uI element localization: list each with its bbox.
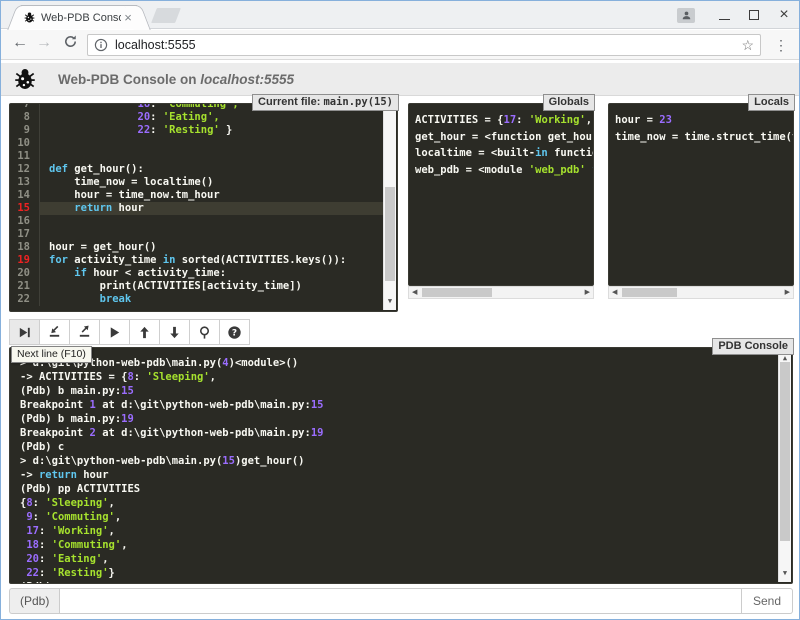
down-stack-button[interactable] xyxy=(159,319,190,345)
profile-button[interactable] xyxy=(677,8,695,23)
editor-scrollbar-thumb[interactable] xyxy=(385,187,395,281)
page-title-host: localhost:5555 xyxy=(200,72,294,87)
maximize-button[interactable] xyxy=(739,2,769,28)
play-icon xyxy=(107,325,122,340)
tab-strip: Web-PDB Console on loc × × xyxy=(1,1,799,29)
help-icon: ? xyxy=(227,325,242,340)
console-scrollbar-thumb[interactable] xyxy=(780,362,790,541)
browser-menu-button[interactable]: ⋮ xyxy=(769,33,793,57)
globals-view: ACTIVITIES = {17: 'Working', 18: 'Commut… xyxy=(408,103,594,286)
locals-badge: Locals xyxy=(748,94,795,111)
svg-text:?: ? xyxy=(232,328,237,338)
step-out-icon xyxy=(77,325,92,340)
bug-logo-icon xyxy=(12,66,38,92)
globals-badge: Globals xyxy=(543,94,595,111)
scroll-right-icon[interactable]: ▶ xyxy=(585,287,590,298)
person-icon xyxy=(681,10,692,21)
new-tab-button[interactable] xyxy=(151,8,181,23)
current-file-badge: Current file: main.py(15) xyxy=(252,94,399,111)
locals-scrollbar-thumb[interactable] xyxy=(622,288,677,297)
step-out-button[interactable] xyxy=(69,319,100,345)
minimize-button[interactable] xyxy=(709,2,739,28)
tab-close-icon[interactable]: × xyxy=(121,11,135,24)
locals-horizontal-scrollbar[interactable]: ◀ ▶ xyxy=(608,286,794,299)
app-header: Web-PDB Console on localhost:5555 xyxy=(1,63,799,96)
code-editor-panel: 7 18: 'Commuting',8 20: 'Eating',9 22: '… xyxy=(9,103,398,312)
bookmark-star-icon[interactable]: ☆ xyxy=(741,37,754,54)
up-stack-button[interactable] xyxy=(129,319,160,345)
scroll-down-icon[interactable]: ▼ xyxy=(384,295,396,308)
pdb-prompt-label: (Pdb) xyxy=(9,588,59,614)
console-vertical-scrollbar[interactable]: ▲ ▼ xyxy=(778,349,791,582)
globals-horizontal-scrollbar[interactable]: ◀ ▶ xyxy=(408,286,594,299)
tab-title: Web-PDB Console on loc xyxy=(41,12,121,24)
globals-scrollbar-thumb[interactable] xyxy=(422,288,492,297)
editor-vertical-scrollbar[interactable]: ▼ xyxy=(383,105,396,310)
help-button[interactable]: ? xyxy=(219,319,250,345)
reload-icon xyxy=(63,34,78,49)
page-title: Web-PDB Console on localhost:5555 xyxy=(58,72,294,87)
scroll-left-icon[interactable]: ◀ xyxy=(412,287,417,298)
pdb-console: > d:\git\python-web-pdb\main.py(4)<modul… xyxy=(9,347,793,584)
step-into-button[interactable] xyxy=(39,319,70,345)
forward-button[interactable]: → xyxy=(33,34,55,52)
scroll-left-icon[interactable]: ◀ xyxy=(612,287,617,298)
close-button[interactable]: × xyxy=(769,2,799,28)
code-lines: 7 18: 'Commuting',8 20: 'Eating',9 22: '… xyxy=(10,103,383,306)
locals-panel: hour = 23time_now = time.struct_time(tm_… xyxy=(608,103,794,299)
continue-button[interactable] xyxy=(99,319,130,345)
locals-view: hour = 23time_now = time.struct_time(tm_… xyxy=(608,103,794,286)
next-line-button[interactable] xyxy=(9,319,40,345)
pdb-console-badge: PDB Console xyxy=(712,338,794,355)
code-editor: 7 18: 'Commuting',8 20: 'Eating',9 22: '… xyxy=(9,103,398,312)
browser-toolbar: ← → localhost:5555 ☆ ⋮ xyxy=(1,30,799,60)
pdb-console-panel: > d:\git\python-web-pdb\main.py(4)<modul… xyxy=(9,347,793,584)
command-input[interactable] xyxy=(59,588,742,614)
globals-panel: ACTIVITIES = {17: 'Working', 18: 'Commut… xyxy=(408,103,594,299)
back-button[interactable]: ← xyxy=(9,34,31,52)
arrow-down-icon xyxy=(167,325,182,340)
send-button[interactable]: Send xyxy=(742,588,793,614)
tooltip: Next line (F10) xyxy=(11,346,92,363)
console-lines: > d:\git\python-web-pdb\main.py(4)<modul… xyxy=(10,348,776,584)
step-over-icon xyxy=(17,325,32,340)
reload-button[interactable] xyxy=(59,34,81,54)
debug-toolbar: ? xyxy=(9,319,250,345)
current-location-button[interactable] xyxy=(189,319,220,345)
globals-lines: ACTIVITIES = {17: 'Working', 18: 'Commut… xyxy=(409,104,594,186)
address-bar[interactable]: localhost:5555 ☆ xyxy=(87,34,761,56)
step-into-icon xyxy=(47,325,62,340)
browser-window: Web-PDB Console on loc × × ← → localhost… xyxy=(0,0,800,620)
locals-lines: hour = 23time_now = time.struct_time(tm_… xyxy=(609,104,794,153)
arrow-up-icon xyxy=(137,325,152,340)
info-icon[interactable] xyxy=(94,38,108,52)
bug-favicon-icon xyxy=(23,11,36,24)
browser-tab[interactable]: Web-PDB Console on loc × xyxy=(21,5,137,29)
scroll-right-icon[interactable]: ▶ xyxy=(785,287,790,298)
address-text: localhost:5555 xyxy=(115,38,741,52)
location-pin-icon xyxy=(197,325,212,340)
command-row: (Pdb) Send xyxy=(9,588,793,614)
scroll-down-icon[interactable]: ▼ xyxy=(779,566,791,580)
